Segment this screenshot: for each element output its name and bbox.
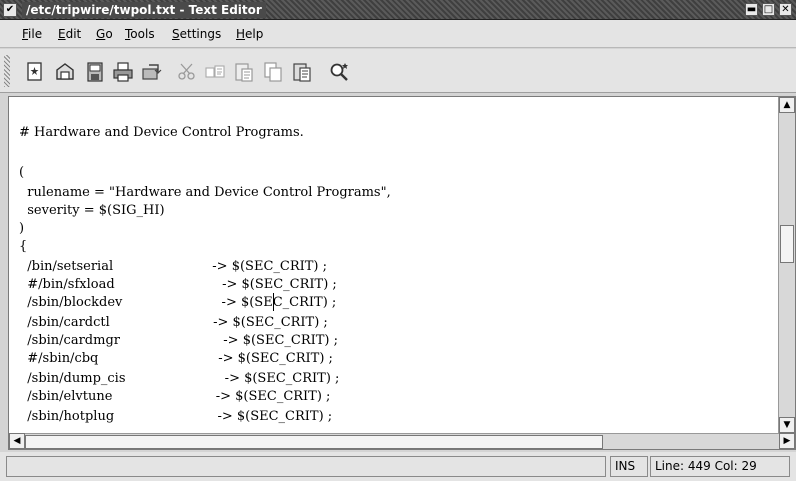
copy-icon[interactable] xyxy=(204,61,226,83)
scroll-up-button[interactable]: ▲ xyxy=(779,97,795,113)
paste-icon[interactable] xyxy=(233,61,255,83)
menu-settings[interactable]: Settings xyxy=(172,27,221,41)
code-line: ( xyxy=(19,165,25,180)
code-line: /sbin/blockdev -> $(SEC_CRIT) ; xyxy=(19,295,337,310)
horizontal-scrollbar[interactable]: ◀ ▶ xyxy=(9,433,795,449)
scroll-left-button[interactable]: ◀ xyxy=(9,433,25,449)
text-cursor xyxy=(273,293,274,311)
status-bar: INS Line: 449 Col: 29 xyxy=(0,452,796,481)
editor-frame: # Hardware and Device Control Programs. … xyxy=(8,96,796,450)
window-title: /etc/tripwire/twpol.txt - Text Editor xyxy=(22,2,266,18)
menu-go[interactable]: Go xyxy=(96,27,113,41)
maximize-button[interactable]: □ xyxy=(762,3,775,16)
code-line: /sbin/hotplug -> $(SEC_CRIT) ; xyxy=(19,409,333,424)
menu-edit[interactable]: Edit xyxy=(58,27,81,41)
code-line: /sbin/dump_cis -> $(SEC_CRIT) ; xyxy=(19,371,340,386)
window-menu-button[interactable]: ✔ xyxy=(3,3,17,17)
title-bar[interactable]: ✔ /etc/tripwire/twpol.txt - Text Editor … xyxy=(0,0,796,20)
menu-file[interactable]: File xyxy=(22,27,42,41)
save-icon[interactable] xyxy=(84,61,106,83)
menu-bar: File Edit Go Tools Settings Help xyxy=(0,20,796,48)
close-button[interactable]: ✕ xyxy=(779,3,792,16)
menu-tools[interactable]: Tools xyxy=(125,27,155,41)
find-icon[interactable] xyxy=(328,61,350,83)
copy-document-icon[interactable] xyxy=(262,61,284,83)
code-line: { xyxy=(19,239,28,254)
cut-icon[interactable] xyxy=(176,61,198,83)
vertical-scroll-thumb[interactable] xyxy=(780,225,794,263)
cursor-position: Line: 449 Col: 29 xyxy=(650,456,790,477)
status-message xyxy=(6,456,606,477)
code-line: /bin/setserial -> $(SEC_CRIT) ; xyxy=(19,259,328,274)
toolbar xyxy=(0,49,796,93)
revert-icon[interactable] xyxy=(140,61,162,83)
toolbar-grip[interactable] xyxy=(4,55,10,87)
code-line: /sbin/cardmgr -> $(SEC_CRIT) ; xyxy=(19,333,339,348)
code-line: ) xyxy=(19,221,25,236)
code-line: severity = $(SIG_HI) xyxy=(19,203,165,218)
print-icon[interactable] xyxy=(112,61,134,83)
code-line: # Hardware and Device Control Programs. xyxy=(19,125,304,140)
code-line: #/bin/sfxload -> $(SEC_CRIT) ; xyxy=(19,277,337,292)
scroll-right-button[interactable]: ▶ xyxy=(779,433,795,449)
minimize-button[interactable]: ▬ xyxy=(745,3,758,16)
horizontal-scroll-thumb[interactable] xyxy=(25,435,603,449)
menu-help[interactable]: Help xyxy=(236,27,263,41)
code-line: /sbin/cardctl -> $(SEC_CRIT) ; xyxy=(19,315,328,330)
open-file-icon[interactable] xyxy=(54,61,76,83)
code-line: rulename = "Hardware and Device Control … xyxy=(19,185,391,200)
new-file-icon[interactable] xyxy=(24,61,46,83)
insert-mode-indicator: INS xyxy=(610,456,648,477)
code-line: /sbin/elvtune -> $(SEC_CRIT) ; xyxy=(19,389,331,404)
text-editor-area[interactable]: # Hardware and Device Control Programs. … xyxy=(9,97,778,433)
code-line: #/sbin/cbq -> $(SEC_CRIT) ; xyxy=(19,351,333,366)
vertical-scrollbar[interactable]: ▲ ▼ xyxy=(778,97,795,433)
paste-document-icon[interactable] xyxy=(291,61,313,83)
scroll-down-button[interactable]: ▼ xyxy=(779,417,795,433)
